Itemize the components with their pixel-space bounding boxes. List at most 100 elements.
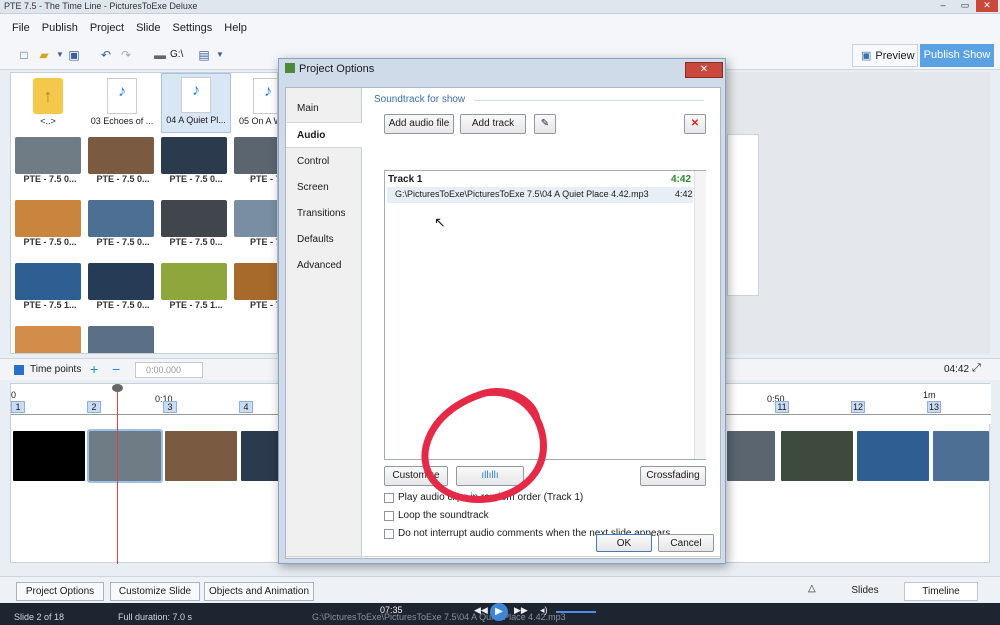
slide-thumbnail[interactable]: PTE - 7.5 1... (161, 263, 231, 310)
nav-main[interactable]: Main (286, 96, 362, 122)
close-icon[interactable]: ✕ (976, 0, 998, 12)
timeline-slide[interactable] (13, 431, 85, 481)
menu-settings[interactable]: Settings (173, 22, 213, 34)
file-item-mp3-selected[interactable]: ♪ 04 A Quiet Pl... (161, 73, 231, 133)
slide-thumbnail[interactable]: PTE - 7.5 (234, 263, 277, 310)
nav-control[interactable]: Control (286, 149, 362, 175)
slide-marker[interactable]: 1 (11, 401, 25, 413)
rewind-icon[interactable]: ◀◀ (474, 605, 488, 616)
thumbnail-label: PTE - 7.5 0... (96, 300, 150, 310)
tab-slides[interactable]: Slides (828, 582, 902, 601)
nav-advanced[interactable]: Advanced (286, 253, 362, 279)
slide-thumbnail[interactable]: PTE - 7.5 0... (161, 137, 231, 184)
thumbnail-label: PTE - 7.5 0... (23, 174, 77, 184)
slide-thumbnail[interactable]: PTE - 7.5 0... (15, 200, 85, 247)
dialog-close-button[interactable]: ✕ (685, 62, 723, 78)
thumbnail-label: PTE - 7.5 1... (23, 300, 77, 310)
project-options-button[interactable]: Project Options (16, 582, 104, 601)
add-audio-file-button[interactable]: Add audio file (384, 114, 454, 134)
file-browser: ↑ <..> ♪ 03 Echoes of ... ♪ 04 A Quiet P… (10, 72, 278, 354)
slide-marker[interactable]: 11 (775, 401, 789, 413)
section-title: Soundtrack for show (374, 94, 466, 105)
slide-marker[interactable]: 13 (927, 401, 941, 413)
cancel-button[interactable]: Cancel (658, 534, 714, 552)
nav-transitions[interactable]: Transitions (286, 201, 362, 227)
maximize-icon[interactable]: ▭ (954, 0, 976, 12)
track-list-scrollbar[interactable] (694, 171, 706, 459)
nav-screen[interactable]: Screen (286, 175, 362, 201)
slide-marker[interactable]: 12 (851, 401, 865, 413)
tab-timeline[interactable]: Timeline (904, 582, 978, 601)
slide-thumbnail[interactable]: PTE - 7.5 0... (15, 137, 85, 184)
timeline-slide[interactable] (933, 431, 989, 481)
chevron-down-icon[interactable]: ▼ (212, 47, 228, 63)
new-file-icon[interactable]: □ (16, 47, 32, 63)
menu-publish[interactable]: Publish (42, 22, 78, 34)
bottom-bar: Project Options Customize Slide Objects … (0, 576, 1000, 602)
random-order-checkbox[interactable] (384, 493, 394, 503)
time-points-checkbox[interactable] (14, 365, 24, 375)
thumbnail-label: PTE - 7.5 0... (23, 237, 77, 247)
playhead[interactable] (117, 384, 118, 564)
timeline-slide[interactable] (781, 431, 853, 481)
add-icon[interactable]: + (90, 361, 98, 377)
timeline-slide[interactable] (241, 431, 281, 481)
slide-thumbnail[interactable]: PTE - 7.5 (234, 200, 277, 247)
redo-icon[interactable]: ↷ (118, 47, 134, 63)
time-point-input[interactable]: 0:00.000 (135, 362, 203, 378)
dialog-footer-divider (286, 556, 720, 557)
ok-button[interactable]: OK (596, 534, 652, 552)
edit-icon[interactable]: ✎ (534, 114, 556, 134)
track-file-row[interactable]: G:\PicturesToExe\PicturesToExe 7.5\04 A … (387, 187, 693, 203)
menu-slide[interactable]: Slide (136, 22, 160, 34)
view-mode-icon[interactable]: ▤ (196, 47, 212, 63)
track-file-path: G:\PicturesToExe\PicturesToExe 7.5\04 A … (395, 189, 649, 199)
fast-forward-icon[interactable]: ▶▶ (514, 605, 528, 616)
minimize-icon[interactable]: – (932, 0, 954, 12)
nav-audio[interactable]: Audio (286, 122, 362, 148)
timeline-slide[interactable] (165, 431, 237, 481)
file-item-parent[interactable]: ↑ <..> (13, 75, 83, 135)
preview-button[interactable]: ▣ Preview (852, 44, 918, 67)
slide-thumbnail[interactable]: PTE - 7.5 1... (15, 263, 85, 310)
file-item-mp3[interactable]: ♪ 03 Echoes of ... (87, 75, 157, 135)
slide-thumbnail[interactable] (88, 326, 158, 353)
timeline-slide[interactable] (857, 431, 929, 481)
publish-show-button[interactable]: Publish Show (920, 44, 994, 67)
save-icon[interactable]: ▣ (66, 47, 82, 63)
thumbnail-label: PTE - 7.5 1... (169, 300, 223, 310)
slide-thumbnail[interactable]: PTE - 7.5 (234, 137, 277, 184)
volume-slider[interactable] (556, 611, 596, 613)
fit-icon[interactable]: ⤢ (972, 362, 981, 375)
slide-thumbnail[interactable]: PTE - 7.5 0... (88, 200, 158, 247)
menu-project[interactable]: Project (90, 22, 124, 34)
menu-help[interactable]: Help (224, 22, 247, 34)
menu-file[interactable]: File (12, 22, 30, 34)
nav-defaults[interactable]: Defaults (286, 227, 362, 253)
no-interrupt-checkbox[interactable] (384, 529, 394, 539)
thumbnail-image (15, 326, 81, 353)
timeline-slide-selected[interactable] (87, 429, 163, 483)
volume-icon[interactable]: ◂) (540, 605, 548, 616)
objects-animation-button[interactable]: Objects and Animation (204, 582, 314, 601)
playhead-handle[interactable] (112, 384, 123, 392)
open-folder-icon[interactable]: ▰ (36, 47, 52, 63)
file-item-mp3[interactable]: ♪ 05 On A W (233, 75, 277, 135)
delete-icon[interactable]: ✕ (684, 114, 706, 134)
remove-icon[interactable]: − (112, 361, 120, 377)
slide-marker[interactable]: 3 (163, 401, 177, 413)
slide-marker[interactable]: 2 (87, 401, 101, 413)
slide-thumbnail[interactable]: PTE - 7.5 0... (88, 137, 158, 184)
undo-icon[interactable]: ↶ (98, 47, 114, 63)
add-track-button[interactable]: Add track (460, 114, 526, 134)
timeline-slide[interactable] (727, 431, 775, 481)
play-icon[interactable]: ▶ (490, 603, 508, 621)
slide-thumbnail[interactable]: PTE - 7.5 0... (88, 263, 158, 310)
slide-thumbnail[interactable] (15, 326, 85, 353)
crossfading-button[interactable]: Crossfading (640, 466, 706, 486)
customize-slide-button[interactable]: Customize Slide (110, 582, 200, 601)
loop-checkbox[interactable] (384, 511, 394, 521)
slide-thumbnail[interactable]: PTE - 7.5 0... (161, 200, 231, 247)
drive-label[interactable]: G:\ (170, 49, 183, 60)
slide-marker[interactable]: 4 (239, 401, 253, 413)
